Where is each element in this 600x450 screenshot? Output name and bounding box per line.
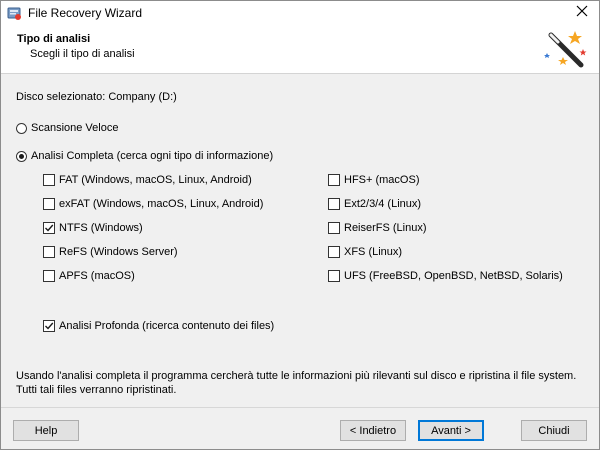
fs-checkbox-refs[interactable]: ReFS (Windows Server) xyxy=(43,246,178,258)
fs-checkbox-box[interactable] xyxy=(328,198,340,210)
title-bar: File Recovery Wizard xyxy=(1,1,599,25)
fs-label: UFS (FreeBSD, OpenBSD, NetBSD, Solaris) xyxy=(344,270,563,282)
magic-wand-icon xyxy=(541,27,589,73)
fs-checkbox-ntfs[interactable]: NTFS (Windows) xyxy=(43,222,143,234)
next-button[interactable]: Avanti > xyxy=(418,420,484,441)
info-description: Usando l'analisi completa il programma c… xyxy=(16,370,577,396)
fs-checkbox-box[interactable] xyxy=(43,246,55,258)
fs-checkbox-box[interactable] xyxy=(43,222,55,234)
fs-checkbox-box[interactable] xyxy=(328,174,340,186)
fs-checkbox-ext[interactable]: Ext2/3/4 (Linux) xyxy=(328,198,421,210)
fs-checkbox-box[interactable] xyxy=(43,198,55,210)
fs-checkbox-apfs[interactable]: APFS (macOS) xyxy=(43,270,135,282)
quick-scan-label: Scansione Veloce xyxy=(31,122,119,134)
fs-label: NTFS (Windows) xyxy=(59,222,143,234)
fs-label: APFS (macOS) xyxy=(59,270,135,282)
help-button[interactable]: Help xyxy=(13,420,79,441)
window-title: File Recovery Wizard xyxy=(28,6,143,20)
fs-label: FAT (Windows, macOS, Linux, Android) xyxy=(59,174,252,186)
page-subtitle: Scegli il tipo di analisi xyxy=(30,48,135,60)
fs-checkbox-exfat[interactable]: exFAT (Windows, macOS, Linux, Android) xyxy=(43,198,263,210)
close-icon xyxy=(576,4,588,22)
fs-checkbox-box[interactable] xyxy=(43,174,55,186)
page-title: Tipo di analisi xyxy=(17,33,91,45)
fs-checkbox-fat[interactable]: FAT (Windows, macOS, Linux, Android) xyxy=(43,174,252,186)
checkmark-icon xyxy=(45,322,54,330)
close-button[interactable] xyxy=(565,1,599,25)
fs-checkbox-ufs[interactable]: UFS (FreeBSD, OpenBSD, NetBSD, Solaris) xyxy=(328,270,563,282)
footer-divider xyxy=(1,407,599,408)
deep-scan-label: Analisi Profonda (ricerca contenuto dei … xyxy=(59,320,275,332)
fs-checkbox-xfs[interactable]: XFS (Linux) xyxy=(328,246,402,258)
fs-checkbox-box[interactable] xyxy=(43,270,55,282)
wizard-window: File Recovery Wizard Tipo di analisi Sce… xyxy=(0,0,600,450)
fs-checkbox-box[interactable] xyxy=(328,222,340,234)
full-scan-radio-circle[interactable] xyxy=(16,150,27,162)
full-scan-label: Analisi Completa (cerca ogni tipo di inf… xyxy=(31,150,274,162)
selected-disk-label: Disco selezionato: Company (D:) xyxy=(16,91,177,103)
fs-checkbox-box[interactable] xyxy=(328,270,340,282)
quick-scan-radio-circle[interactable] xyxy=(16,122,27,134)
fs-label: exFAT (Windows, macOS, Linux, Android) xyxy=(59,198,264,210)
fs-checkbox-reiserfs[interactable]: ReiserFS (Linux) xyxy=(328,222,427,234)
fs-checkbox-hfsplus[interactable]: HFS+ (macOS) xyxy=(328,174,419,186)
fs-label: Ext2/3/4 (Linux) xyxy=(344,198,422,210)
file-recovery-app-icon xyxy=(6,5,22,21)
fs-label: HFS+ (macOS) xyxy=(344,174,420,186)
fs-label: ReFS (Windows Server) xyxy=(59,246,178,258)
wizard-header: Tipo di analisi Scegli il tipo di analis… xyxy=(1,25,599,74)
deep-scan-checkbox-box[interactable] xyxy=(43,320,55,332)
deep-scan-checkbox[interactable]: Analisi Profonda (ricerca contenuto dei … xyxy=(43,320,274,332)
close-dialog-button[interactable]: Chiudi xyxy=(521,420,587,441)
fs-label: XFS (Linux) xyxy=(344,246,403,258)
quick-scan-radio[interactable]: Scansione Veloce xyxy=(16,122,118,134)
wizard-content: Disco selezionato: Company (D:) Scansion… xyxy=(1,74,599,406)
checkmark-icon xyxy=(45,224,54,232)
back-button[interactable]: < Indietro xyxy=(340,420,406,441)
full-scan-radio[interactable]: Analisi Completa (cerca ogni tipo di inf… xyxy=(16,150,273,162)
fs-label: ReiserFS (Linux) xyxy=(344,222,427,234)
fs-checkbox-box[interactable] xyxy=(328,246,340,258)
